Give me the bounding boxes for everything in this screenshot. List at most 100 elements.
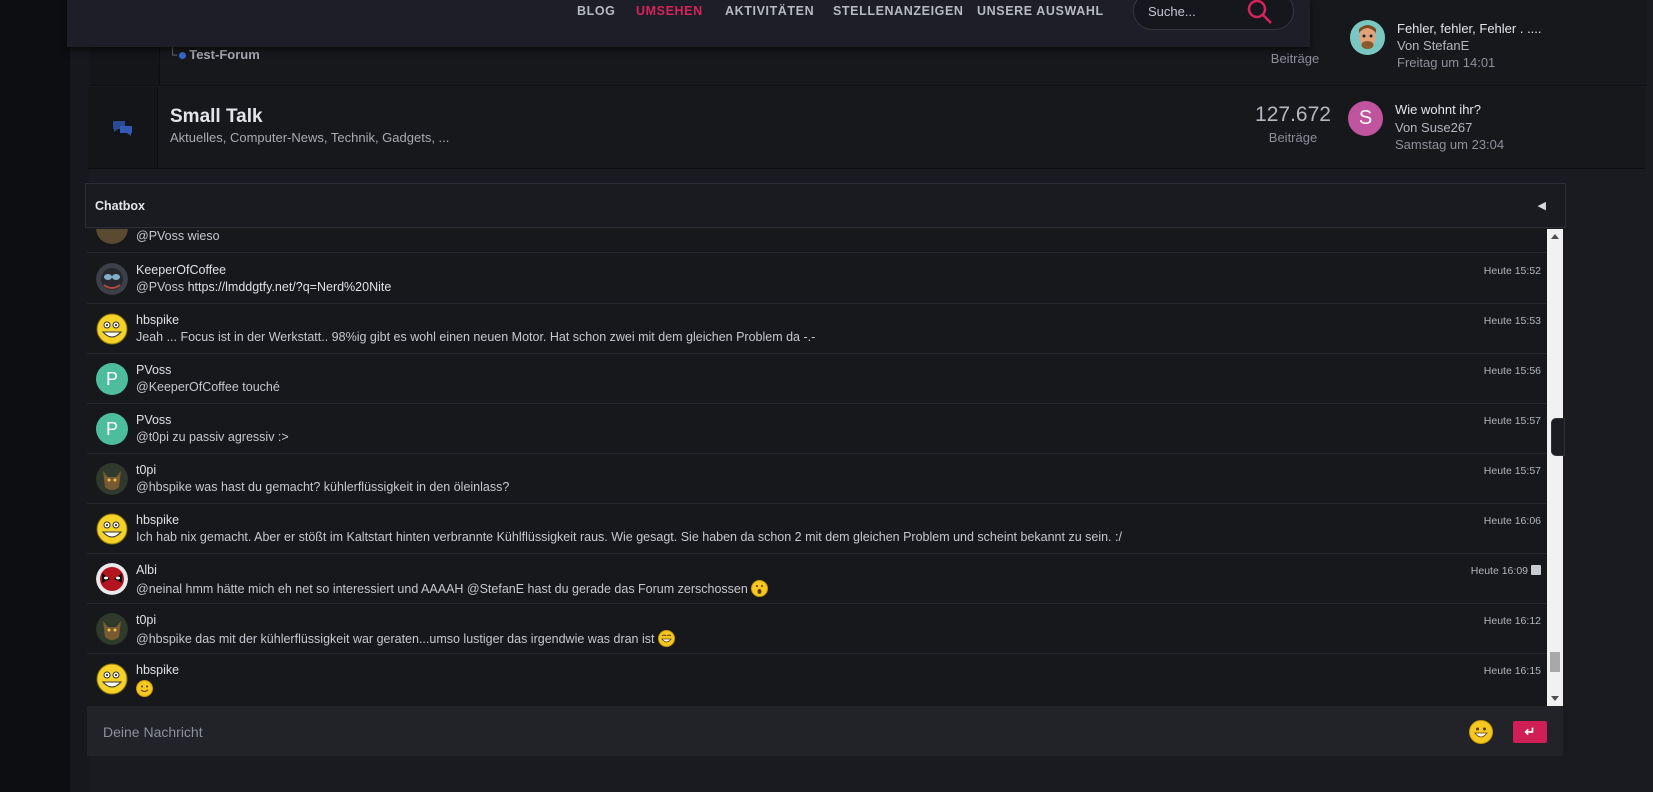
forum-description: Aktuelles, Computer-News, Technik, Gadge… — [170, 130, 450, 145]
last-post[interactable]: S Wie wohnt ihr? Von Suse267 Samstag um … — [1328, 87, 1645, 168]
last-post-title[interactable]: Fehler, fehler, Fehler . .... — [1397, 21, 1542, 36]
message-text: @hbspike das mit der kühlerflüssigkeit w… — [136, 630, 675, 647]
nav-blog[interactable]: BLOG — [577, 4, 616, 18]
last-post-author[interactable]: Von StefanE — [1397, 38, 1469, 53]
nav-umsehen[interactable]: UMSEHEN — [636, 4, 703, 18]
last-post-title[interactable]: Wie wohnt ihr? — [1395, 102, 1481, 117]
chat-message: t0pi @hbspike was hast du gemacht? kühle… — [87, 454, 1547, 504]
message-text: @PVoss wieso — [136, 229, 220, 243]
smiley-avatar-icon — [96, 663, 128, 695]
message-text-prefix: @PVoss — [136, 280, 188, 294]
chat-message: hbspike Jeah ... Focus ist in der Werkst… — [87, 304, 1547, 354]
smiley-avatar-icon — [96, 513, 128, 545]
message-time: Heute 15:57 — [1483, 465, 1541, 477]
grin-emoji-icon — [657, 630, 675, 647]
chat-message: @PVoss wieso — [87, 229, 1547, 253]
message-text: @t0pi zu passiv agressiv :> — [136, 430, 289, 444]
message-username[interactable]: hbspike — [136, 513, 179, 527]
message-time: Heute 15:53 — [1483, 315, 1541, 327]
send-button[interactable]: ↵ — [1513, 721, 1547, 743]
message-time: Heute 15:57 — [1483, 415, 1541, 427]
chat-message: P PVoss @t0pi zu passiv agressiv :> Heut… — [87, 404, 1547, 454]
avatar[interactable]: P — [96, 413, 128, 445]
message-link[interactable]: https://lmddgtfy.net/?q=Nerd%20Nite — [188, 280, 392, 294]
chatbox-header[interactable]: Chatbox ◀ — [85, 183, 1566, 228]
smile-emoji-icon — [136, 680, 153, 697]
avatar[interactable]: P — [96, 363, 128, 395]
subforum-link[interactable]: └ Test-Forum — [168, 47, 260, 62]
edit-icon[interactable] — [1531, 565, 1541, 575]
message-text: @PVoss https://lmddgtfy.net/?q=Nerd%20Ni… — [136, 280, 391, 294]
message-username[interactable]: Albi — [136, 563, 157, 577]
message-username[interactable]: t0pi — [136, 613, 156, 627]
last-post-date: Samstag um 23:04 — [1395, 137, 1505, 152]
message-time: Heute 16:15 — [1483, 665, 1541, 677]
avatar[interactable] — [96, 613, 128, 645]
avatar[interactable] — [96, 313, 128, 345]
nav-aktivitaeten[interactable]: AKTIVITÄTEN — [725, 4, 814, 18]
message-time-value: Heute 16:09 — [1470, 565, 1528, 577]
chat-message: Albi @neinal hmm hätte mich eh net so in… — [87, 554, 1547, 604]
last-post-date: Freitag um 14:01 — [1397, 55, 1496, 70]
search-input[interactable] — [1148, 4, 1248, 19]
message-username[interactable]: KeeperOfCoffee — [136, 263, 226, 277]
message-text: Ich hab nix gemacht. Aber er stößt im Ka… — [136, 530, 1122, 544]
avatar[interactable] — [1350, 20, 1385, 55]
user-avatar-icon — [1350, 20, 1385, 55]
message-time: Heute 16:12 — [1483, 615, 1541, 627]
avatar[interactable] — [96, 229, 128, 244]
avatar[interactable] — [96, 463, 128, 495]
wolf-avatar-icon — [96, 613, 128, 645]
message-input[interactable] — [103, 724, 1403, 740]
message-text: @KeeperOfCoffee touché — [136, 380, 280, 394]
chat-bubbles-icon — [112, 120, 132, 136]
deadpool-avatar-icon — [96, 563, 128, 595]
avatar[interactable] — [96, 263, 128, 295]
avatar[interactable]: S — [1348, 101, 1383, 136]
chat-message-list[interactable]: @PVoss wieso KeeperOfCoffee @PVoss https… — [87, 229, 1547, 706]
avatar[interactable] — [96, 663, 128, 695]
message-time: Heute 15:56 — [1483, 365, 1541, 377]
forum-icon-cell — [88, 87, 158, 168]
scroll-down-icon[interactable] — [1551, 696, 1559, 701]
top-navigation: BLOG UMSEHEN AKTIVITÄTEN STELLENANZEIGEN… — [67, 0, 1310, 47]
chat-scrollbar[interactable] — [1547, 229, 1563, 706]
chat-compose-bar: ↵ — [87, 706, 1563, 756]
nav-unsere-auswahl[interactable]: UNSERE AUSWAHL — [977, 4, 1104, 18]
chat-message: KeeperOfCoffee @PVoss https://lmddgtfy.n… — [87, 254, 1547, 304]
avatar[interactable] — [96, 513, 128, 545]
chat-message: P PVoss @KeeperOfCoffee touché Heute 15:… — [87, 354, 1547, 404]
collapse-arrow-icon[interactable]: ◀ — [1538, 199, 1546, 212]
search-icon[interactable] — [1246, 0, 1274, 26]
side-panel-tab[interactable] — [1551, 418, 1565, 456]
message-text — [136, 680, 153, 697]
message-username[interactable]: hbspike — [136, 663, 179, 677]
message-text: @hbspike was hast du gemacht? kühlerflüs… — [136, 480, 510, 494]
last-post[interactable]: Fehler, fehler, Fehler . .... Von Stefan… — [1330, 0, 1647, 85]
message-username[interactable]: hbspike — [136, 313, 179, 327]
emoji-picker-icon[interactable] — [1469, 720, 1493, 744]
wolf-avatar-icon — [96, 463, 128, 495]
subforum-dot-icon — [179, 52, 187, 59]
chat-message: t0pi @hbspike das mit der kühlerflüssigk… — [87, 604, 1547, 654]
last-post-author[interactable]: Von Suse267 — [1395, 120, 1472, 135]
scroll-up-icon[interactable] — [1551, 234, 1559, 239]
chat-message: hbspike Ich hab nix gemacht. Aber er stö… — [87, 504, 1547, 554]
smiley-avatar-icon — [96, 313, 128, 345]
subforum-branch-icon: └ — [168, 47, 178, 62]
surprised-emoji-icon — [751, 580, 769, 597]
message-text: Jeah ... Focus ist in der Werkstatt.. 98… — [136, 330, 816, 344]
message-time: Heute 16:09 — [1471, 565, 1541, 577]
forum-title[interactable]: Small Talk — [170, 106, 263, 128]
forum-row-small-talk[interactable]: Small Talk Aktuelles, Computer-News, Tec… — [88, 87, 1645, 169]
message-username[interactable]: PVoss — [136, 413, 171, 427]
message-text-body: @neinal hmm hätte mich eh net so interes… — [136, 582, 748, 596]
message-username[interactable]: PVoss — [136, 363, 171, 377]
message-username[interactable]: t0pi — [136, 463, 156, 477]
user-avatar-icon — [96, 263, 128, 295]
subforum-link-label[interactable]: Test-Forum — [189, 47, 260, 62]
avatar[interactable] — [96, 563, 128, 595]
search-box[interactable] — [1133, 0, 1294, 30]
nav-stellenanzeigen[interactable]: STELLENANZEIGEN — [833, 4, 964, 18]
scrollbar-thumb[interactable] — [1550, 652, 1560, 672]
